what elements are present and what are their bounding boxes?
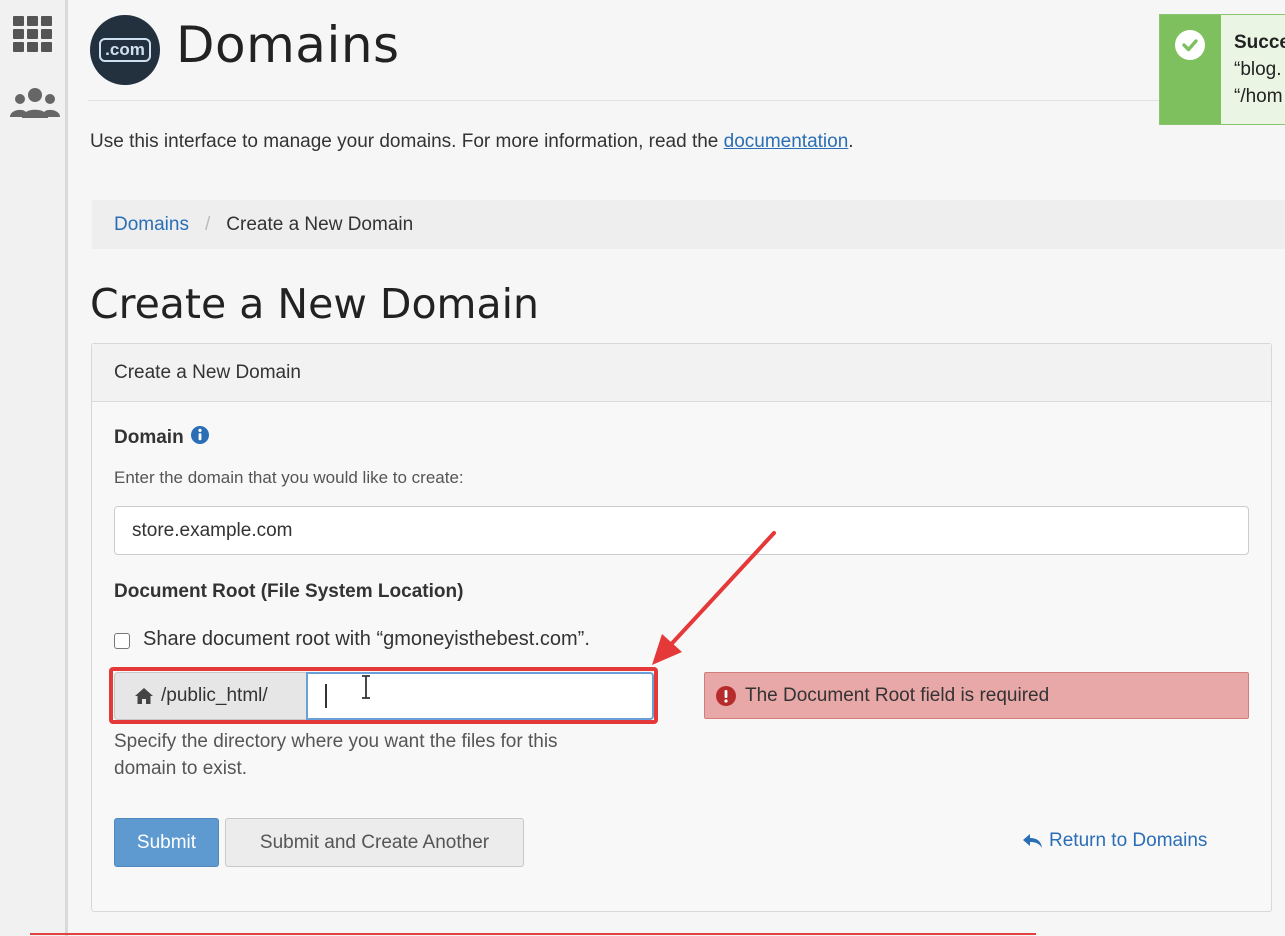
- domain-input[interactable]: [114, 506, 1249, 555]
- submit-button[interactable]: Submit: [114, 818, 219, 867]
- breadcrumb-domains-link[interactable]: Domains: [114, 214, 189, 236]
- documentation-link[interactable]: documentation: [724, 131, 849, 152]
- toast-line-1: “blog.: [1234, 59, 1282, 80]
- home-icon: [135, 688, 153, 704]
- docroot-error: The Document Root field is required: [704, 672, 1249, 719]
- ibeam-cursor-icon: [362, 675, 370, 699]
- toast-line-2: “/hom: [1234, 86, 1283, 107]
- breadcrumb-current: Create a New Domain: [226, 213, 414, 235]
- section-title: Create a New Domain: [90, 280, 539, 328]
- docroot-help-1: Specify the directory where you want the…: [114, 731, 558, 752]
- grid-icon[interactable]: [10, 14, 56, 54]
- intro-text: Use this interface to manage your domain…: [90, 131, 854, 152]
- submit-and-create-another-button[interactable]: Submit and Create Another: [225, 818, 524, 867]
- domains-logo: .com: [90, 15, 160, 85]
- logo-text: .com: [99, 38, 151, 62]
- info-icon[interactable]: [190, 425, 210, 445]
- toast-title: Succe: [1234, 32, 1285, 53]
- breadcrumb: Domains / Create a New Domain: [92, 200, 1285, 249]
- success-toast[interactable]: Succe “blog. “/hom: [1159, 14, 1285, 125]
- share-docroot-checkbox[interactable]: [114, 633, 130, 649]
- check-circle-icon: [1175, 30, 1205, 60]
- reply-arrow-icon: [1023, 834, 1042, 848]
- users-icon[interactable]: [10, 86, 60, 120]
- app-rail: [0, 0, 68, 936]
- docroot-help-2: domain to exist.: [114, 758, 248, 779]
- page-title: Domains: [176, 16, 400, 74]
- text-caret: [325, 684, 327, 708]
- share-docroot-label[interactable]: Share document root with “gmoneyisthebes…: [143, 628, 590, 651]
- panel-heading: Create a New Domain: [92, 344, 1271, 402]
- domain-label: Domain: [114, 425, 210, 449]
- exclamation-circle-icon: [716, 685, 736, 706]
- domain-help: Enter the domain that you would like to …: [114, 468, 464, 487]
- docroot-prefix: /public_html/: [114, 672, 306, 720]
- header-divider: [88, 100, 1160, 101]
- annotation-underline: [30, 933, 1036, 935]
- docroot-label: Document Root (File System Location): [114, 581, 464, 602]
- return-to-domains-link[interactable]: Return to Domains: [1022, 830, 1207, 852]
- breadcrumb-separator: /: [204, 213, 211, 235]
